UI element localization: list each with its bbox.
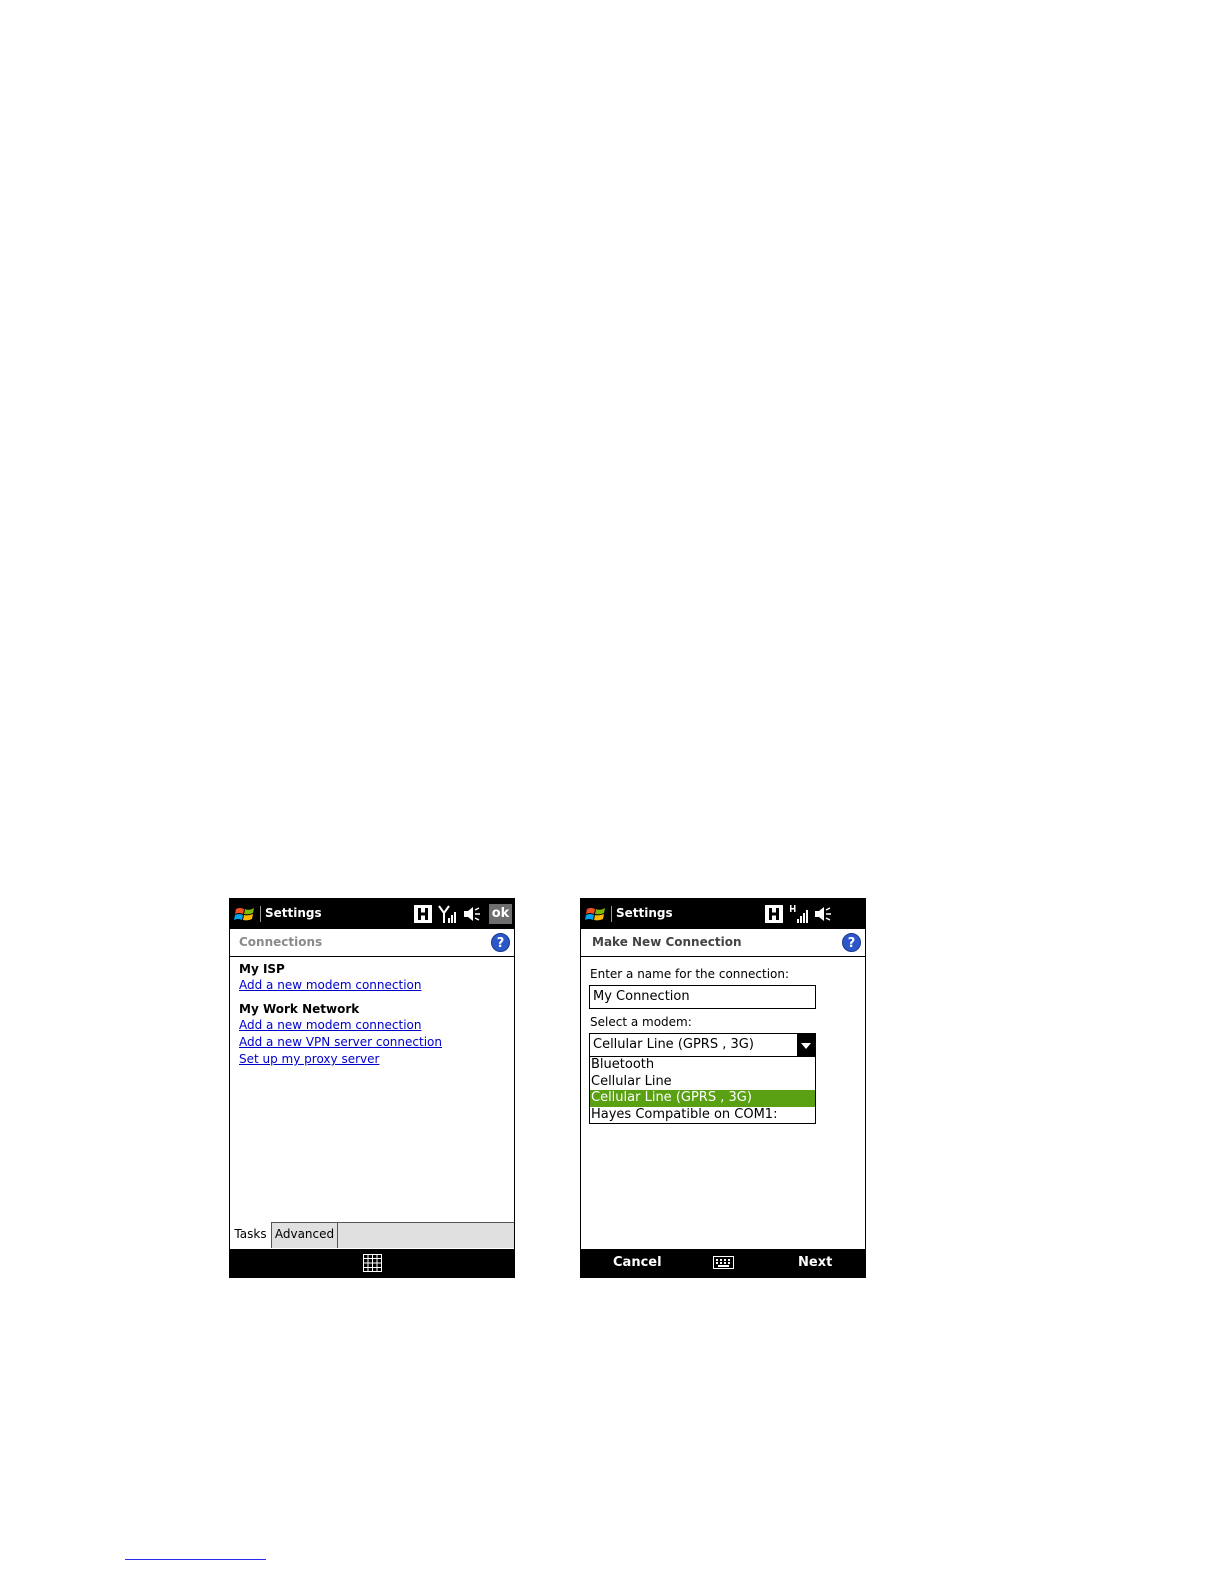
group-title: My Work Network	[239, 1002, 360, 1016]
cancel-button[interactable]: Cancel	[613, 1255, 662, 1270]
help-icon[interactable]: ?	[491, 933, 510, 952]
svg-text:?: ?	[497, 936, 505, 951]
speaker-muted-icon	[815, 907, 831, 921]
windows-start-icon[interactable]	[234, 904, 256, 924]
title-bar: Settings ok	[230, 899, 514, 929]
page-title: Connections	[239, 935, 323, 949]
modem-option-hayes-com1[interactable]: Hayes Compatible on COM1:	[590, 1107, 815, 1124]
title-separator	[260, 906, 261, 922]
add-modem-connection-link[interactable]: Add a new modem connection	[239, 977, 508, 994]
modem-option-cellular-line[interactable]: Cellular Line	[590, 1074, 815, 1091]
app-title: Settings	[265, 906, 322, 920]
add-vpn-connection-link[interactable]: Add a new VPN server connection	[239, 1034, 508, 1051]
connections-screen: Settings ok Connections ? My ISP Add a n…	[229, 898, 515, 1278]
group-title: My ISP	[239, 962, 285, 976]
modem-select[interactable]: Cellular Line (GPRS , 3G)	[589, 1033, 816, 1057]
app-title: Settings	[616, 906, 673, 920]
next-button[interactable]: Next	[798, 1255, 832, 1270]
modem-option-cellular-gprs-3g[interactable]: Cellular Line (GPRS , 3G)	[590, 1090, 815, 1107]
help-icon[interactable]: ?	[842, 933, 861, 952]
footer-divider	[125, 1559, 266, 1560]
tab-strip: Tasks Advanced	[230, 1222, 514, 1248]
windows-start-icon[interactable]	[585, 904, 607, 924]
page-header: Connections ?	[230, 929, 514, 957]
connection-name-input[interactable]: My Connection	[589, 985, 816, 1009]
title-separator	[611, 906, 612, 922]
modem-selected-value: Cellular Line (GPRS , 3G)	[593, 1037, 754, 1052]
group-my-work-network: My Work Network Add a new modem connecti…	[239, 1002, 508, 1068]
hsdpa-icon	[414, 905, 432, 923]
group-my-isp: My ISP Add a new modem connection	[239, 962, 508, 994]
hsdpa-icon	[765, 905, 783, 923]
make-new-connection-screen: Settings Make New Connection ? Enter a n…	[580, 898, 866, 1278]
modem-dropdown-list: Bluetooth Cellular Line Cellular Line (G…	[589, 1057, 816, 1124]
keyboard-icon[interactable]	[713, 1256, 734, 1269]
modem-label: Select a modem:	[590, 1015, 692, 1029]
ok-button[interactable]: ok	[489, 904, 512, 924]
svg-text:?: ?	[848, 936, 856, 951]
page-header: Make New Connection ?	[581, 929, 865, 957]
grid-menu-icon[interactable]	[363, 1254, 382, 1272]
proxy-server-link[interactable]: Set up my proxy server	[239, 1051, 508, 1068]
chevron-down-icon[interactable]	[797, 1034, 815, 1056]
tab-tasks[interactable]: Tasks	[230, 1222, 272, 1248]
modem-option-bluetooth[interactable]: Bluetooth	[590, 1057, 815, 1074]
page-title: Make New Connection	[592, 935, 742, 949]
connection-name-label: Enter a name for the connection:	[590, 967, 790, 981]
soft-key-bar: Cancel Next	[581, 1249, 865, 1277]
signal-strength-icon	[438, 905, 456, 923]
add-modem-connection-link[interactable]: Add a new modem connection	[239, 1017, 508, 1034]
signal-strength-icon	[790, 905, 808, 923]
soft-key-bar	[230, 1249, 514, 1277]
tab-advanced[interactable]: Advanced	[272, 1222, 338, 1248]
connection-groups: My ISP Add a new modem connection My Wor…	[239, 962, 508, 1068]
speaker-muted-icon	[464, 907, 480, 921]
title-bar: Settings	[581, 899, 865, 929]
